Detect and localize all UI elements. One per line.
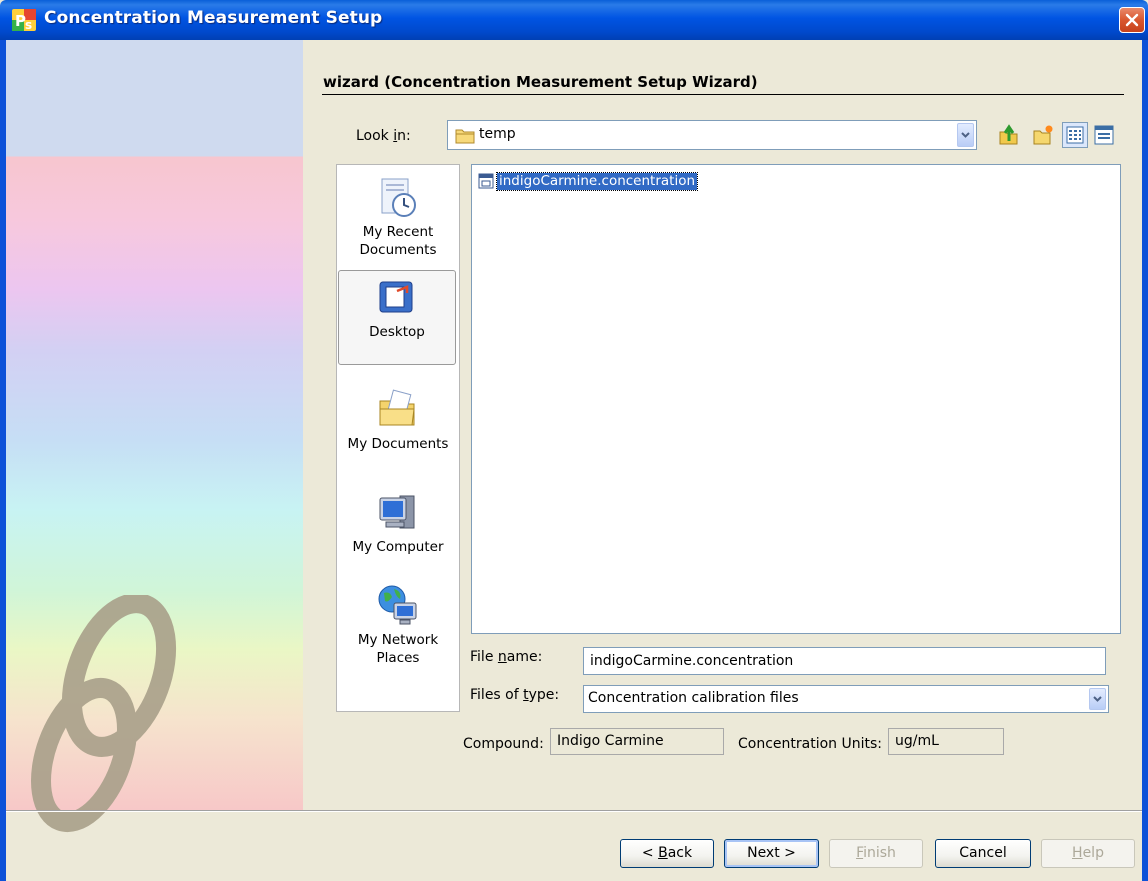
place-my-recent-documents[interactable]: My Recent Documents — [337, 175, 459, 259]
place-my-computer[interactable]: My Computer — [337, 490, 459, 556]
help-button[interactable]: Help — [1041, 839, 1135, 868]
up-one-level-icon[interactable] — [997, 124, 1019, 146]
cancel-button[interactable]: Cancel — [935, 839, 1031, 868]
back-button[interactable]: < Back — [620, 839, 714, 868]
my-computer-icon — [379, 495, 415, 529]
file-item[interactable]: indigoCarmine.concentration — [478, 171, 699, 191]
wizard-logo — [31, 595, 177, 833]
wizard-heading: wizard (Concentration Measurement Setup … — [323, 73, 758, 91]
new-folder-icon[interactable] — [1032, 124, 1054, 146]
place-label: My Computer — [352, 539, 444, 555]
file-type-value: Concentration calibration files — [588, 690, 799, 706]
file-list[interactable]: indigoCarmine.concentration — [471, 164, 1121, 634]
file-type-dropdown-button[interactable] — [1089, 688, 1106, 710]
my-documents-icon — [379, 389, 415, 426]
look-in-dropdown-button[interactable] — [957, 123, 974, 147]
place-label: My Recent — [362, 224, 434, 240]
look-in-value: temp — [479, 126, 516, 142]
look-in-dropdown[interactable]: temp — [447, 120, 977, 150]
details-view-icon[interactable] — [1093, 124, 1115, 146]
concentration-units-label: Concentration Units: — [738, 736, 882, 752]
place-label: Desktop — [369, 324, 425, 340]
compound-label: Compound: — [463, 736, 544, 752]
file-name-label: File name: — [470, 649, 543, 665]
place-label: My Documents — [347, 436, 449, 452]
look-in-label: Look in: — [356, 128, 411, 144]
my-network-places-icon — [378, 585, 417, 625]
heading-divider — [322, 94, 1124, 95]
place-desktop[interactable]: Desktop — [338, 270, 456, 365]
place-label: My Network — [357, 632, 439, 648]
svg-text:s: s — [25, 18, 32, 31]
recent-documents-icon — [381, 178, 416, 217]
list-view-button[interactable] — [1062, 122, 1088, 148]
places-bar: My Recent Documents Desktop My Documents… — [336, 164, 460, 712]
close-icon — [1125, 13, 1139, 27]
chevron-down-icon — [961, 132, 970, 138]
chevron-down-icon — [1093, 696, 1102, 702]
desktop-icon — [379, 281, 413, 313]
finish-button[interactable]: Finish — [829, 839, 923, 868]
wizard-side-banner — [6, 40, 303, 833]
place-my-documents[interactable]: My Documents — [337, 387, 459, 453]
place-label: Places — [376, 650, 420, 666]
window-border-right — [1142, 40, 1148, 881]
file-type-label: Files of type: — [470, 687, 560, 703]
list-view-icon — [1066, 126, 1084, 144]
file-name: indigoCarmine.concentration — [495, 171, 699, 191]
folder-icon — [455, 129, 475, 144]
close-button[interactable] — [1119, 7, 1145, 33]
next-button[interactable]: Next > — [724, 839, 819, 868]
window-title: Concentration Measurement Setup — [44, 8, 383, 28]
file-type-dropdown[interactable]: Concentration calibration files — [583, 685, 1109, 713]
concentration-file-icon — [478, 173, 494, 189]
place-my-network-places[interactable]: My Network Places — [337, 583, 459, 667]
file-name-input[interactable]: indigoCarmine.concentration — [583, 647, 1106, 675]
app-icon: P s — [12, 9, 36, 31]
compound-field: Indigo Carmine — [550, 728, 724, 755]
concentration-units-field: ug/mL — [888, 728, 1004, 755]
place-label: Documents — [359, 242, 437, 258]
title-bar[interactable]: P s Concentration Measurement Setup — [0, 0, 1148, 40]
button-bar-divider-highlight — [6, 811, 1142, 812]
